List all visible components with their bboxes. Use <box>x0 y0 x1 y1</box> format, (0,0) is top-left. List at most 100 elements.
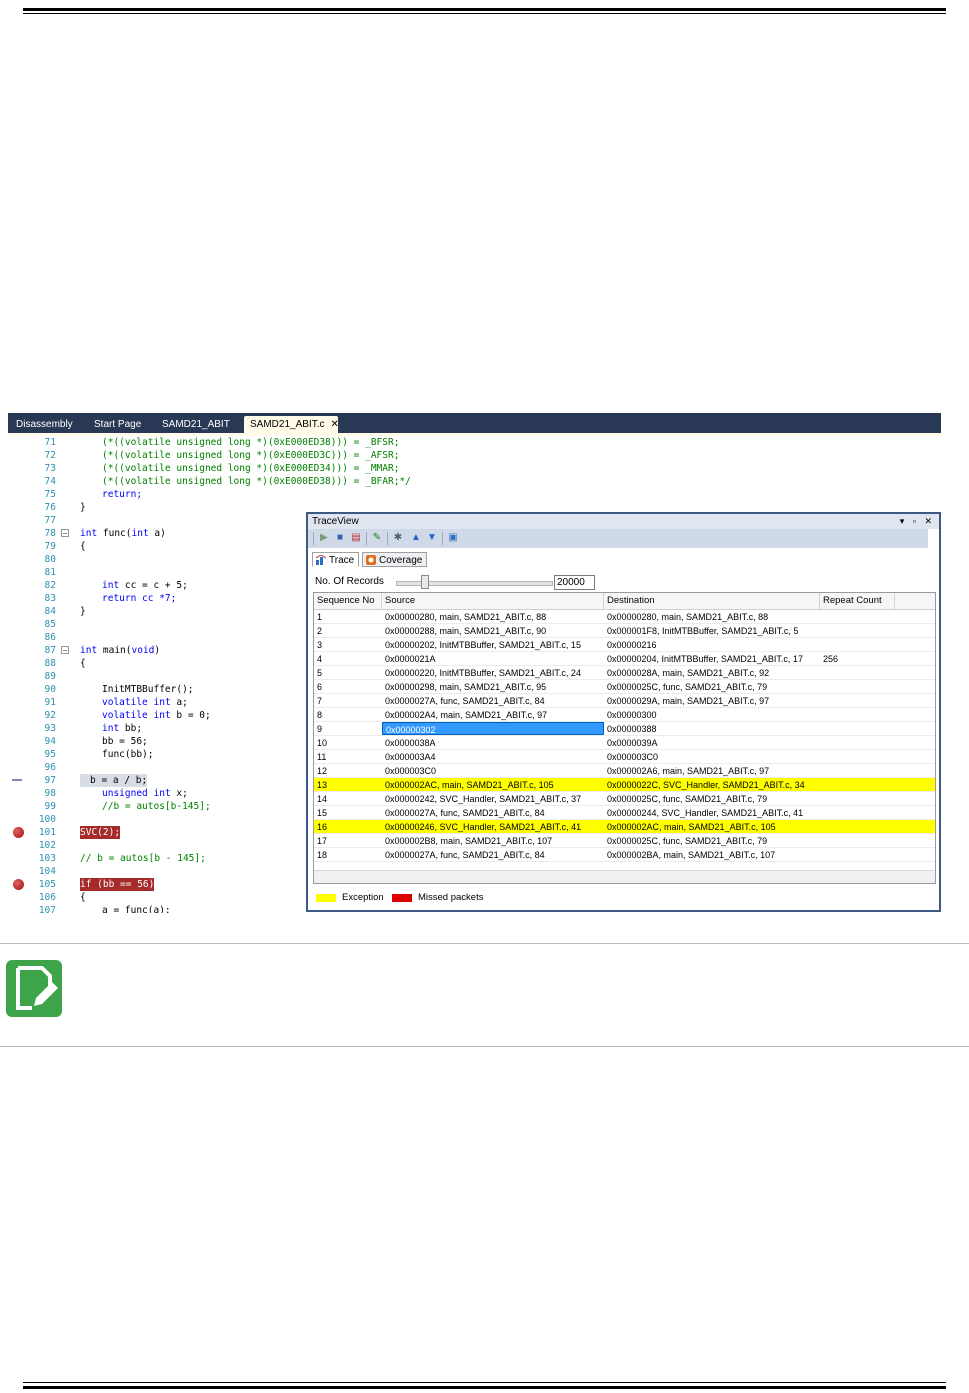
code-line[interactable]: 75 return; <box>8 488 308 501</box>
code-line[interactable]: 80 <box>8 553 308 566</box>
export-icon[interactable]: ▣ <box>447 532 459 544</box>
code-line[interactable]: 85 <box>8 618 308 631</box>
cell-destination: 0x0000025C, func, SAMD21_ABIT.c, 79 <box>607 836 768 846</box>
code-text: (*((volatile unsigned long *)(0xE000ED38… <box>102 476 411 487</box>
code-line[interactable]: 77 <box>8 514 308 527</box>
table-row[interactable]: 8 0x000002A4, main, SAMD21_ABIT.c, 97 0x00… <box>314 708 935 722</box>
trace-table[interactable]: Sequence No Source Destination Repeat Co… <box>313 592 936 884</box>
code-line[interactable]: 88 { <box>8 657 308 670</box>
arrow-up-icon[interactable]: ▲ <box>410 532 422 544</box>
settings-icon[interactable]: ✱ <box>392 532 404 544</box>
cell-repeat-count <box>820 722 895 735</box>
highlight-icon[interactable]: ✎ <box>371 532 383 544</box>
fold-toggle-icon[interactable]: − <box>61 646 69 655</box>
code-line[interactable]: 89 <box>8 670 308 683</box>
tab-trace[interactable]: Trace <box>312 552 360 567</box>
breakpoint-icon[interactable] <box>13 879 24 890</box>
code-line[interactable]: 71 (*((volatile unsigned long *)(0xE000ED… <box>8 436 400 449</box>
table-row[interactable]: 17 0x000002B8, main, SAMD21_ABIT.c, 107 0x… <box>314 834 935 848</box>
table-row[interactable]: 15 0x0000027A, func, SAMD21_ABIT.c, 84 0x0… <box>314 806 935 820</box>
table-row[interactable]: 13 0x000002AC, main, SAMD21_ABIT.c, 105 0x… <box>314 778 935 792</box>
code-line[interactable]: 102 <box>8 839 308 852</box>
tab-samd21-abit-c[interactable]: SAMD21_ABIT.c ✕ <box>244 416 339 433</box>
code-line[interactable]: 86 <box>8 631 308 644</box>
cell-destination: 0x0000025C, func, SAMD21_ABIT.c, 79 <box>607 794 768 804</box>
stop-icon[interactable]: ■ <box>334 532 346 544</box>
code-line[interactable]: 95 func(bb); <box>8 748 308 761</box>
table-row[interactable]: 1 0x00000280, main, SAMD21_ABIT.c, 88 0x00… <box>314 610 935 624</box>
code-line[interactable]: 81 <box>8 566 308 579</box>
clear-icon[interactable]: ▤ <box>350 532 362 544</box>
code-line[interactable]: 105 if (bb == 56) <box>8 878 308 891</box>
table-row[interactable]: 2 0x00000288, main, SAMD21_ABIT.c, 90 0x00… <box>314 624 935 638</box>
code-line[interactable]: 72 (*((volatile unsigned long *)(0xE000ED… <box>8 449 400 462</box>
code-line[interactable]: 82 int cc = c + 5; <box>8 579 308 592</box>
table-row[interactable]: 4 0x0000021A 0x00000204, InitMTBBuffer, SA… <box>314 652 935 666</box>
records-slider[interactable] <box>396 581 553 586</box>
code-line[interactable]: 99 //b = autos[b-145]; <box>8 800 308 813</box>
tab-disassembly[interactable]: Disassembly <box>10 416 79 433</box>
cell-source: 0x000002AC, main, SAMD21_ABIT.c, 105 <box>385 780 554 790</box>
code-line[interactable]: 79 { <box>8 540 308 553</box>
table-row[interactable]: 16 0x00000246, SVC_Handler, SAMD21_ABIT.c… <box>314 820 935 834</box>
code-line[interactable]: 100 <box>8 813 308 826</box>
records-input[interactable]: 20000 <box>554 575 595 590</box>
code-line[interactable]: 106 { <box>8 891 308 904</box>
code-line[interactable]: 84} <box>8 605 308 618</box>
fold-toggle-icon[interactable]: − <box>61 529 69 538</box>
code-line[interactable]: 73 (*((volatile unsigned long *)(0xE000ED… <box>8 462 400 475</box>
code-line[interactable]: 97 b = a / b; <box>8 774 308 787</box>
line-number: 101 <box>38 827 56 838</box>
table-row[interactable]: 7 0x0000027A, func, SAMD21_ABIT.c, 84 0x00… <box>314 694 935 708</box>
code-line[interactable]: 93 int bb; <box>8 722 308 735</box>
column-header-sequence[interactable]: Sequence No <box>314 593 382 609</box>
code-line[interactable]: 90 InitMTBBuffer(); <box>8 683 308 696</box>
footer-rule <box>23 1386 946 1389</box>
column-header-repeat-count[interactable]: Repeat Count <box>820 593 895 609</box>
table-row[interactable]: 9 0x00000302 0x00000388 <box>314 722 935 736</box>
cell-sequence: 11 <box>317 752 327 762</box>
code-line[interactable]: 78− int func(int a) <box>8 527 308 540</box>
traceview-title-bar: TraceView ▾ ▫ ✕ <box>308 514 939 529</box>
cell-sequence: 6 <box>317 682 323 692</box>
code-line[interactable]: 94 bb = 56; <box>8 735 308 748</box>
code-line[interactable]: 76} <box>8 501 308 514</box>
window-controls[interactable]: ▾ ▫ ✕ <box>900 514 935 529</box>
column-header-source[interactable]: Source <box>382 593 604 609</box>
code-line[interactable]: 92 volatile int b = 0; <box>8 709 308 722</box>
line-number: 85 <box>44 619 56 630</box>
breakpoint-icon[interactable] <box>13 827 24 838</box>
code-line[interactable]: 74 (*((volatile unsigned long *)(0xE000ED… <box>8 475 411 488</box>
code-line[interactable]: 91 volatile int a; <box>8 696 308 709</box>
code-line[interactable]: 103 // b = autos[b - 145]; <box>8 852 308 865</box>
code-line[interactable]: 101 SVC(2); <box>8 826 308 839</box>
cell-source: 0x000002B8, main, SAMD21_ABIT.c, 107 <box>385 836 553 846</box>
code-line[interactable]: 96 <box>8 761 308 774</box>
close-icon[interactable]: ✕ <box>330 419 338 430</box>
code-line[interactable]: 98 unsigned int x; <box>8 787 308 800</box>
code-line[interactable]: 83 return cc *7; <box>8 592 308 605</box>
play-icon[interactable]: ▶ <box>318 532 330 544</box>
tab-start-page[interactable]: Start Page <box>88 416 147 433</box>
tab-samd21-abit[interactable]: SAMD21_ABIT <box>156 416 236 433</box>
table-row[interactable]: 14 0x00000242, SVC_Handler, SAMD21_ABIT.c… <box>314 792 935 806</box>
table-row[interactable]: 6 0x00000298, main, SAMD21_ABIT.c, 95 0x00… <box>314 680 935 694</box>
table-scrollbar[interactable] <box>314 870 935 883</box>
code-line[interactable]: 107 a = func(a); <box>8 904 308 913</box>
tab-coverage[interactable]: Coverage <box>362 552 428 567</box>
table-row[interactable]: 10 0x0000038A 0x0000039A <box>314 736 935 750</box>
code-text: int bb; <box>102 723 143 734</box>
table-row[interactable]: 5 0x00000220, InitMTBBuffer, SAMD21_ABIT.… <box>314 666 935 680</box>
arrow-down-icon[interactable]: ▼ <box>426 532 438 544</box>
code-line[interactable]: 104 <box>8 865 308 878</box>
code-text: (*((volatile unsigned long *)(0xE000ED34… <box>102 463 400 474</box>
cell-source: 0x0000027A, func, SAMD21_ABIT.c, 84 <box>385 850 545 860</box>
column-header-destination[interactable]: Destination <box>604 593 820 609</box>
table-row[interactable]: 18 0x0000027A, func, SAMD21_ABIT.c, 84 0x0… <box>314 848 935 862</box>
code-line[interactable]: 87− int main(void) <box>8 644 308 657</box>
table-row[interactable]: 12 0x000003C0 0x000002A6, main, SAMD21_ABI… <box>314 764 935 778</box>
line-number: 88 <box>44 658 56 669</box>
table-row[interactable]: 3 0x00000202, InitMTBBuffer, SAMD21_ABIT.… <box>314 638 935 652</box>
table-row[interactable]: 11 0x000003A4 0x000003C0 <box>314 750 935 764</box>
records-slider-thumb[interactable] <box>421 575 429 589</box>
